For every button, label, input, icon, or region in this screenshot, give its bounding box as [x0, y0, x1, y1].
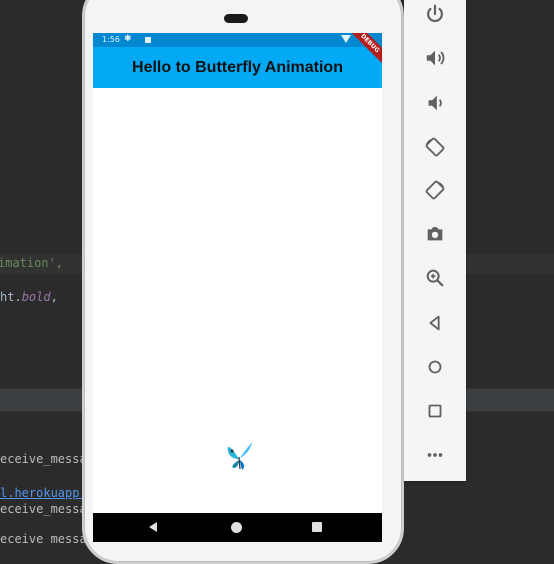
console-line-3: eceive messa [0, 532, 87, 546]
volume-up-button[interactable] [421, 44, 449, 72]
camera-icon [427, 227, 443, 241]
status-time: 1:56 [102, 35, 120, 44]
overview-icon [428, 404, 442, 418]
console-line-2: eceive_messa [0, 502, 87, 516]
nav-recents-button[interactable] [312, 522, 322, 532]
gear-icon: ✱ [124, 34, 132, 44]
volume-down-icon [428, 95, 442, 111]
home-icon [428, 360, 442, 374]
phone-screen[interactable]: 1:56 ✱ Hello to Butterfly Animation DEBU… [93, 33, 382, 542]
status-bar: 1:56 ✱ [93, 33, 382, 47]
volume-up-icon [426, 50, 445, 66]
zoom-button[interactable] [421, 264, 449, 292]
rotate-right-button[interactable] [421, 176, 449, 204]
overview-button[interactable] [421, 397, 449, 425]
phone-speaker [224, 14, 248, 23]
nav-back-button[interactable] [149, 522, 157, 532]
power-icon [427, 4, 443, 23]
rotate-left-icon [425, 137, 445, 157]
console-link[interactable]: l.herokuapp. [0, 486, 87, 500]
code-line-string: imation', [0, 256, 64, 270]
back-button[interactable] [421, 309, 449, 337]
more-icon [427, 453, 443, 457]
volume-down-button[interactable] [421, 89, 449, 117]
console-line-1: eceive_messa [0, 452, 87, 466]
app-title: Hello to Butterfly Animation [132, 59, 343, 76]
back-icon [429, 315, 440, 331]
screenshot-button[interactable] [421, 220, 449, 248]
code-line-fontweight: ht.bold, [0, 290, 58, 304]
rotate-left-button[interactable] [421, 133, 449, 161]
sim-icon [145, 37, 151, 43]
app-bar: Hello to Butterfly Animation [93, 47, 382, 88]
rotate-right-icon [425, 180, 445, 200]
nav-home-button[interactable] [231, 522, 242, 533]
home-button[interactable] [421, 353, 449, 381]
emulator-toolbar [404, 0, 466, 481]
butterfly-icon [227, 442, 252, 470]
zoom-icon [426, 269, 444, 287]
wifi-icon [341, 35, 351, 43]
more-button[interactable] [421, 441, 449, 469]
nav-bar [93, 513, 382, 542]
power-button[interactable] [421, 0, 449, 28]
